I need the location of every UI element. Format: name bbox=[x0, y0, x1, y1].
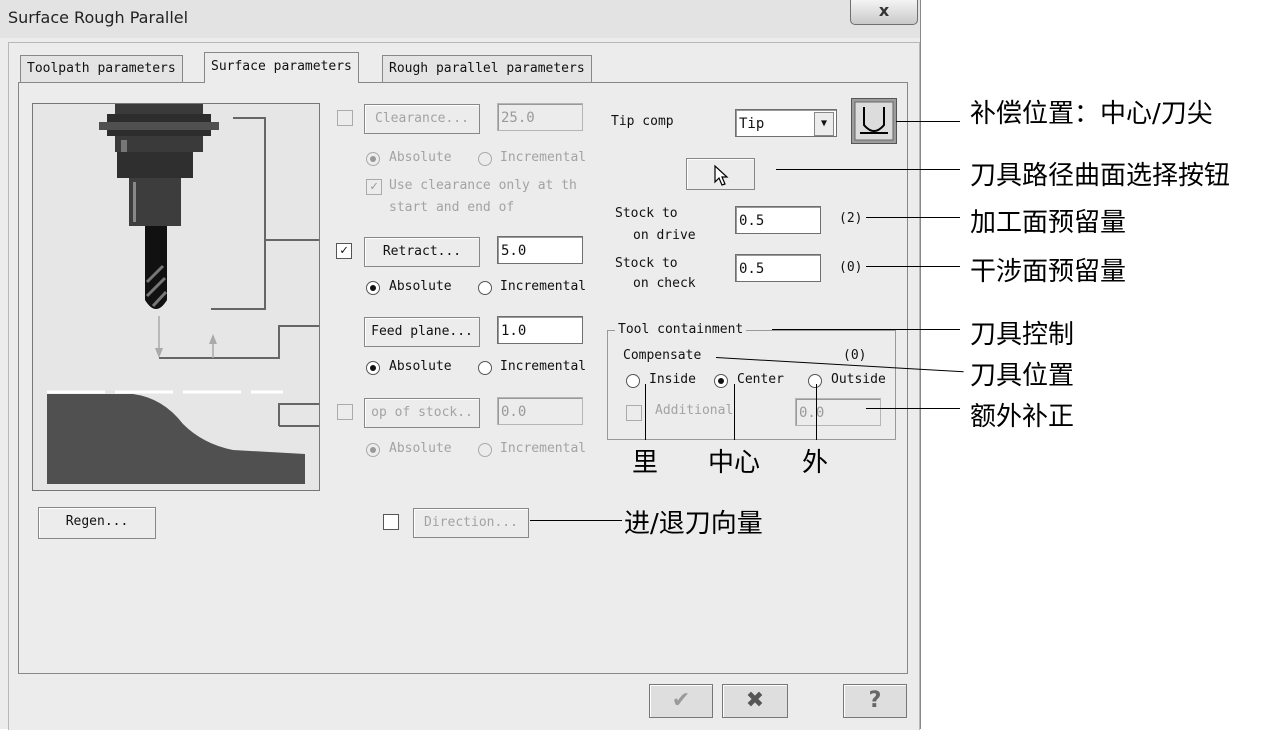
retract-incremental-label: Incremental bbox=[500, 279, 587, 294]
retract-input[interactable]: 5.0 bbox=[497, 236, 583, 264]
clearance-input[interactable]: 25.0 bbox=[497, 103, 583, 131]
feed-plane-input[interactable]: 1.0 bbox=[497, 316, 583, 344]
cancel-button[interactable]: ✖ bbox=[722, 684, 788, 718]
outside-label: Outside bbox=[831, 372, 886, 387]
direction-button[interactable]: Direction... bbox=[413, 508, 529, 538]
stock-check-label-1: Stock to bbox=[615, 256, 678, 271]
retract-absolute-label: Absolute bbox=[389, 279, 452, 294]
cursor-arrow-icon bbox=[714, 164, 729, 186]
compensate-count: (0) bbox=[843, 348, 867, 363]
leader-extra-comp bbox=[866, 408, 960, 409]
annotation-inside: 里 bbox=[632, 448, 659, 478]
top-of-stock-checkbox[interactable] bbox=[337, 404, 353, 420]
feed-absolute-radio[interactable] bbox=[366, 361, 380, 375]
retract-checkbox[interactable]: ✓ bbox=[336, 243, 352, 259]
ball-tip-icon bbox=[854, 101, 894, 141]
leader-comp-position bbox=[896, 121, 960, 122]
center-radio[interactable] bbox=[714, 374, 728, 388]
use-clearance-label-2: start and end of bbox=[389, 200, 515, 215]
cancel-x-icon: ✖ bbox=[745, 688, 765, 713]
top-of-stock-button[interactable]: op of stock.. bbox=[364, 398, 480, 428]
leader-drive-stock bbox=[866, 217, 960, 218]
tip-comp-select[interactable]: Tip ▼ bbox=[735, 109, 837, 137]
leader-center bbox=[734, 384, 735, 440]
clearance-incremental-label: Incremental bbox=[500, 150, 587, 165]
select-surfaces-button[interactable] bbox=[686, 158, 755, 190]
stock-drive-label-2: on drive bbox=[633, 228, 696, 243]
tip-comp-icon-button[interactable] bbox=[851, 98, 897, 144]
clearance-checkbox[interactable] bbox=[337, 110, 353, 126]
stock-drive-input[interactable]: 0.5 bbox=[735, 206, 821, 234]
stock-absolute-radio[interactable] bbox=[366, 443, 380, 457]
clearance-absolute-radio[interactable] bbox=[366, 152, 380, 166]
clearance-button[interactable]: Clearance... bbox=[364, 104, 480, 134]
center-label: Center bbox=[737, 372, 784, 387]
clearance-absolute-label: Absolute bbox=[389, 150, 452, 165]
tab-surface-parameters[interactable]: Surface parameters bbox=[204, 52, 359, 83]
annotation-tool-control: 刀具控制 bbox=[970, 320, 1075, 350]
window-title: Surface Rough Parallel bbox=[8, 8, 189, 27]
annotation-drive-stock: 加工面预留量 bbox=[970, 208, 1127, 238]
stock-drive-count: (2) bbox=[839, 211, 863, 226]
leader-outside bbox=[816, 384, 817, 440]
regen-button[interactable]: Regen... bbox=[38, 507, 156, 539]
inside-radio[interactable] bbox=[626, 374, 640, 388]
clearance-incremental-radio[interactable] bbox=[478, 152, 492, 166]
annotation-extra-comp: 额外补正 bbox=[970, 402, 1075, 432]
direction-checkbox[interactable] bbox=[383, 514, 399, 530]
leader-tool-control bbox=[772, 329, 960, 330]
tool-illustration-svg bbox=[33, 104, 319, 490]
outside-radio[interactable] bbox=[808, 374, 822, 388]
retract-button[interactable]: Retract... bbox=[364, 237, 480, 267]
annotation-select-surface: 刀具路径曲面选择按钮 bbox=[970, 161, 1231, 191]
stock-check-count: (0) bbox=[839, 260, 863, 275]
tool-containment-legend: Tool containment bbox=[615, 322, 747, 337]
stock-absolute-label: Absolute bbox=[389, 441, 452, 456]
leader-direction bbox=[530, 520, 622, 521]
leader-inside bbox=[645, 384, 646, 440]
stock-incremental-radio[interactable] bbox=[478, 443, 492, 457]
annotation-center: 中心 bbox=[708, 448, 761, 478]
tool-illustration bbox=[32, 103, 320, 491]
tab-rough-parallel-parameters[interactable]: Rough parallel parameters bbox=[382, 55, 592, 82]
ok-button[interactable]: ✔ bbox=[649, 684, 713, 718]
stock-check-label-2: on check bbox=[633, 276, 696, 291]
inside-label: Inside bbox=[649, 372, 696, 387]
feed-plane-button[interactable]: Feed plane... bbox=[364, 317, 480, 347]
leader-select-surface bbox=[776, 169, 960, 170]
annotation-tool-position: 刀具位置 bbox=[970, 361, 1075, 391]
feed-absolute-label: Absolute bbox=[389, 359, 452, 374]
help-icon: ? bbox=[868, 688, 882, 713]
top-of-stock-input[interactable]: 0.0 bbox=[497, 397, 583, 425]
additional-offset-input[interactable]: 0.0 bbox=[795, 398, 881, 426]
feed-incremental-radio[interactable] bbox=[478, 361, 492, 375]
use-clearance-label-1: Use clearance only at th bbox=[389, 178, 577, 193]
annotation-outside: 外 bbox=[802, 448, 829, 478]
additional-offset-checkbox[interactable] bbox=[626, 405, 642, 421]
checkmark-icon: ✔ bbox=[671, 688, 691, 713]
use-clearance-checkbox[interactable]: ✓ bbox=[366, 179, 382, 195]
annotation-comp-position: 补偿位置：中心/刀尖 bbox=[970, 99, 1213, 129]
retract-incremental-radio[interactable] bbox=[478, 281, 492, 295]
leader-check-stock bbox=[866, 266, 960, 267]
tip-comp-value: Tip bbox=[739, 116, 765, 132]
chevron-down-icon[interactable]: ▼ bbox=[814, 112, 834, 136]
stock-drive-label-1: Stock to bbox=[615, 206, 678, 221]
retract-absolute-radio[interactable] bbox=[366, 281, 380, 295]
stock-incremental-label: Incremental bbox=[500, 441, 587, 456]
help-button[interactable]: ? bbox=[843, 684, 907, 718]
tab-toolpath-parameters[interactable]: Toolpath parameters bbox=[20, 55, 183, 82]
tip-comp-label: Tip comp bbox=[611, 114, 674, 129]
feed-incremental-label: Incremental bbox=[500, 359, 587, 374]
annotation-direction: 进/退刀向量 bbox=[624, 509, 763, 539]
compensate-label: Compensate bbox=[623, 348, 702, 363]
annotation-check-stock: 干涉面预留量 bbox=[970, 257, 1127, 287]
close-button[interactable]: x bbox=[850, 0, 918, 25]
stock-check-input[interactable]: 0.5 bbox=[735, 254, 821, 282]
additional-offset-label: Additional bbox=[655, 403, 734, 418]
